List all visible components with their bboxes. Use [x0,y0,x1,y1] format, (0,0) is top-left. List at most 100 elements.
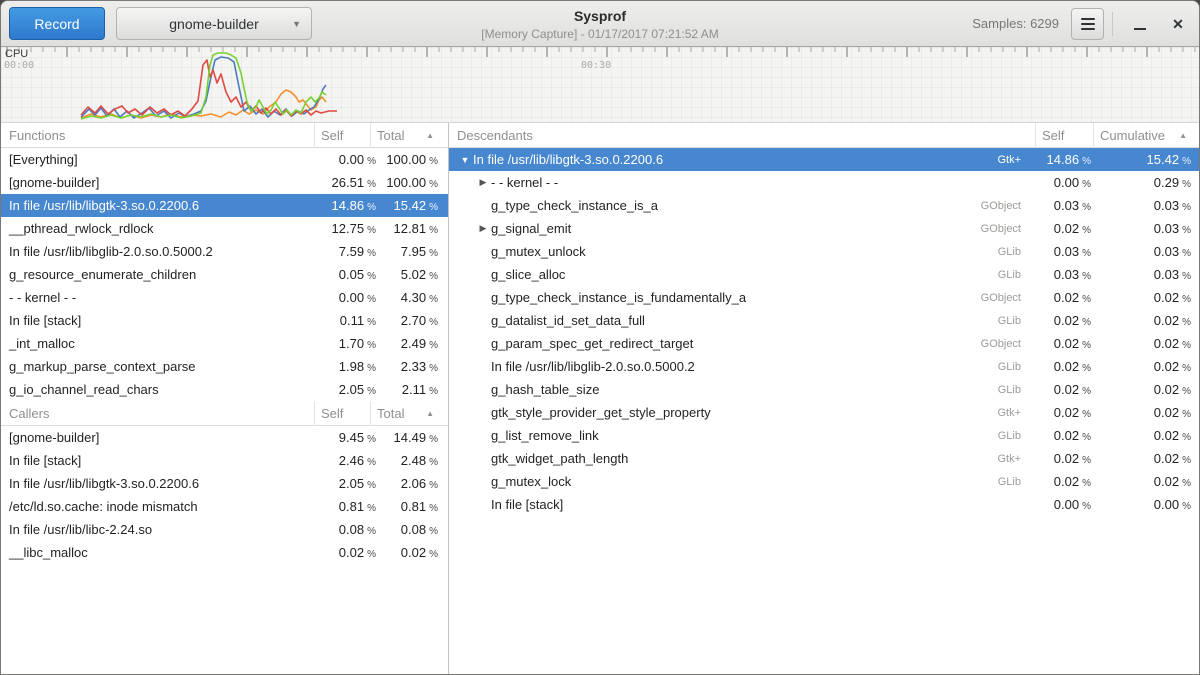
row-function-name: gtk_style_provider_get_style_property [491,405,997,420]
percent-sign: % [1082,225,1091,236]
percent-sign: % [367,179,376,190]
library-badge: GObject [981,200,1021,212]
table-row[interactable]: In file /usr/lib/libglib-2.0.so.0.5000.2… [1,240,448,263]
row-self-value: 0.02% [1031,221,1091,236]
right-pane: Descendants Self Cumulative ▲ ▼In file /… [449,123,1199,674]
percent-sign: % [1182,294,1191,305]
row-function-name: __libc_malloc [1,545,314,560]
hamburger-menu-button[interactable] [1071,8,1104,40]
row-total-value: 12.81% [376,221,438,236]
table-row[interactable]: In file [stack]0.11%2.70% [1,309,448,332]
tree-row[interactable]: g_type_check_instance_is_aGObject0.03%0.… [449,194,1199,217]
descendants-self-column-header[interactable]: Self [1035,123,1093,148]
table-row[interactable]: In file /usr/lib/libgtk-3.so.0.2200.614.… [1,194,448,217]
row-cumulative-value: 0.02% [1091,359,1191,374]
table-row[interactable]: g_resource_enumerate_children0.05%5.02% [1,263,448,286]
triangle-collapsed-icon[interactable]: ▶ [475,223,491,234]
tree-row[interactable]: g_mutex_unlockGLib0.03%0.03% [449,240,1199,263]
tree-row[interactable]: g_param_spec_get_redirect_targetGObject0… [449,332,1199,355]
row-self-value: 0.02% [1031,336,1091,351]
tree-row[interactable]: ▶g_signal_emitGObject0.02%0.03% [449,217,1199,240]
library-badge: GLib [998,384,1021,396]
row-total-value: 7.95% [376,244,438,259]
percent-sign: % [1182,478,1191,489]
percent-sign: % [429,202,438,213]
tree-row[interactable]: In file /usr/lib/libglib-2.0.so.0.5000.2… [449,355,1199,378]
samples-count: Samples: 6299 [972,16,1059,31]
percent-sign: % [429,480,438,491]
row-function-name: [gnome-builder] [1,175,314,190]
table-row[interactable]: [gnome-builder]9.45%14.49% [1,426,448,449]
table-row[interactable]: g_io_channel_read_chars2.05%2.11% [1,378,448,401]
row-self-value: 0.81% [314,499,376,514]
percent-sign: % [367,340,376,351]
callers-column-header[interactable]: Callers [1,406,314,421]
functions-column-header[interactable]: Functions [1,128,314,143]
minimize-button[interactable] [1129,13,1151,35]
percent-sign: % [1182,179,1191,190]
table-row[interactable]: [gnome-builder]26.51%100.00% [1,171,448,194]
record-button[interactable]: Record [9,7,105,40]
row-self-value: 0.03% [1031,267,1091,282]
tree-row[interactable]: g_mutex_lockGLib0.02%0.02% [449,470,1199,493]
table-row[interactable]: In file [stack]2.46%2.48% [1,449,448,472]
functions-total-column-header[interactable]: Total ▲ [370,123,438,148]
percent-sign: % [367,503,376,514]
functions-self-column-header[interactable]: Self [314,123,370,148]
cpu-timeline-graph[interactable]: CPU 00:00 00:30 [1,47,1199,123]
row-function-name: g_param_spec_get_redirect_target [491,336,981,351]
percent-sign: % [1182,386,1191,397]
tree-row[interactable]: In file [stack]0.00%0.00% [449,493,1199,516]
tree-row[interactable]: g_type_check_instance_is_fundamentally_a… [449,286,1199,309]
row-function-name: g_hash_table_size [491,382,998,397]
tree-row[interactable]: g_datalist_id_set_data_fullGLib0.02%0.02… [449,309,1199,332]
callers-total-column-header[interactable]: Total ▲ [370,401,438,426]
record-button-label: Record [34,16,79,32]
tree-row[interactable]: ▼In file /usr/lib/libgtk-3.so.0.2200.6Gt… [449,148,1199,171]
percent-sign: % [1182,340,1191,351]
descendants-column-header[interactable]: Descendants [449,128,1035,143]
tree-row[interactable]: gtk_style_provider_get_style_propertyGtk… [449,401,1199,424]
table-row[interactable]: - - kernel - -0.00%4.30% [1,286,448,309]
table-row[interactable]: [Everything]0.00%100.00% [1,148,448,171]
percent-sign: % [1082,294,1091,305]
table-row[interactable]: In file /usr/lib/libc-2.24.so0.08%0.08% [1,518,448,541]
table-row[interactable]: /etc/ld.so.cache: inode mismatch0.81%0.8… [1,495,448,518]
callers-self-column-header[interactable]: Self [314,401,370,426]
tree-row[interactable]: g_slice_allocGLib0.03%0.03% [449,263,1199,286]
table-row[interactable]: __libc_malloc0.02%0.02% [1,541,448,564]
tree-row[interactable]: g_list_remove_linkGLib0.02%0.02% [449,424,1199,447]
tree-row[interactable]: g_hash_table_sizeGLib0.02%0.02% [449,378,1199,401]
percent-sign: % [429,294,438,305]
triangle-collapsed-icon[interactable]: ▶ [475,177,491,188]
row-cumulative-value: 0.02% [1091,382,1191,397]
triangle-expanded-icon[interactable]: ▼ [457,155,473,165]
row-self-value: 14.86% [314,198,376,213]
row-function-name: g_list_remove_link [491,428,998,443]
descendants-cumulative-column-header[interactable]: Cumulative ▲ [1093,123,1191,148]
tree-row[interactable]: gtk_widget_path_lengthGtk+0.02%0.02% [449,447,1199,470]
table-row[interactable]: __pthread_rwlock_rdlock12.75%12.81% [1,217,448,240]
row-function-name: In file /usr/lib/libglib-2.0.so.0.5000.2 [491,359,998,374]
library-badge: Gtk+ [997,407,1021,419]
table-row[interactable]: In file /usr/lib/libgtk-3.so.0.2200.62.0… [1,472,448,495]
percent-sign: % [1082,386,1091,397]
left-pane: Functions Self Total ▲ [Everything]0.00%… [1,123,449,674]
percent-sign: % [1182,248,1191,259]
close-button[interactable]: ✕ [1167,13,1189,35]
table-row[interactable]: _int_malloc1.70%2.49% [1,332,448,355]
row-self-value: 0.11% [314,313,376,328]
percent-sign: % [429,156,438,167]
row-cumulative-value: 0.02% [1091,290,1191,305]
percent-sign: % [367,457,376,468]
percent-sign: % [429,317,438,328]
tree-row[interactable]: ▶- - kernel - -0.00%0.29% [449,171,1199,194]
row-self-value: 0.02% [1031,313,1091,328]
table-row[interactable]: g_markup_parse_context_parse1.98%2.33% [1,355,448,378]
row-cumulative-value: 0.00% [1091,497,1191,512]
percent-sign: % [1182,409,1191,420]
row-function-name: In file [stack] [491,497,1031,512]
process-selector-dropdown[interactable]: gnome-builder ▼ [116,7,312,40]
library-badge: GLib [998,269,1021,281]
row-self-value: 2.46% [314,453,376,468]
